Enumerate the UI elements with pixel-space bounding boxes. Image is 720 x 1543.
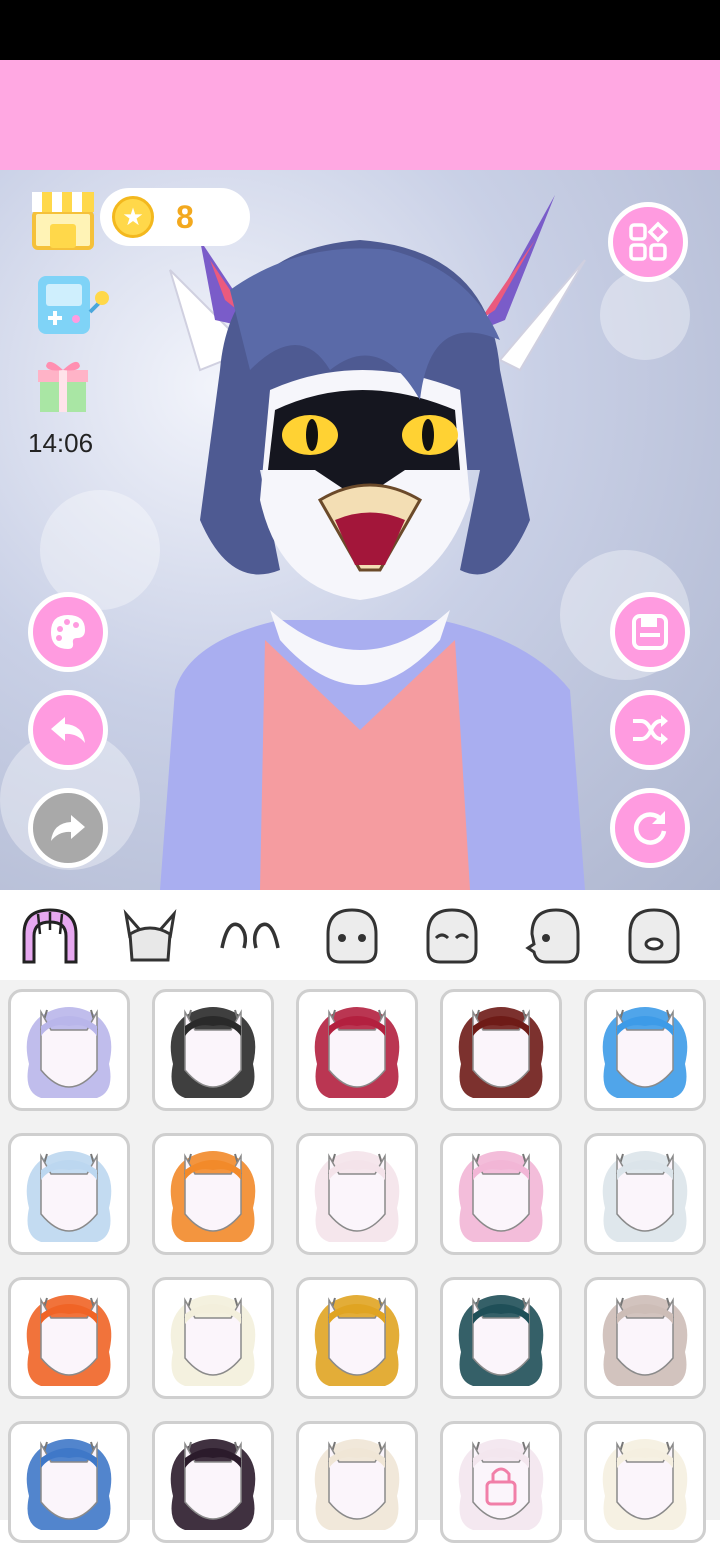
reset-button[interactable] (610, 788, 690, 868)
shuffle-button[interactable] (610, 690, 690, 770)
hair-item[interactable] (8, 1133, 130, 1255)
reset-icon (634, 811, 667, 845)
category-tabs (0, 890, 720, 980)
hair-preview (314, 1295, 400, 1386)
hair-item[interactable] (8, 989, 130, 1111)
hair-item[interactable] (152, 1277, 274, 1399)
coin-balance: ★ 8 (100, 188, 250, 246)
grid-menu-icon (629, 221, 669, 261)
coin-star-icon: ★ (112, 196, 154, 238)
hair-preview (170, 1295, 256, 1386)
tab-face[interactable] (320, 904, 384, 968)
hair-preview (26, 1439, 112, 1530)
hair-preview (458, 1295, 544, 1386)
redo-icon (51, 815, 85, 841)
hair-item[interactable] (296, 1277, 418, 1399)
hair-item[interactable] (296, 1133, 418, 1255)
hair-preview (170, 1007, 256, 1098)
tab-face-profile[interactable] (522, 904, 586, 968)
hair-preview (602, 1007, 688, 1098)
hair-item[interactable] (584, 1277, 706, 1399)
hair-preview (602, 1439, 688, 1530)
hair-item-grid (0, 980, 720, 1543)
save-icon (632, 614, 668, 650)
hair-item[interactable] (296, 1421, 418, 1543)
undo-icon (51, 717, 85, 743)
hair-item[interactable] (584, 1421, 706, 1543)
tab-horns[interactable] (118, 904, 182, 968)
hair-item[interactable] (152, 1421, 274, 1543)
hair-item[interactable] (8, 1421, 130, 1543)
hair-preview (458, 1439, 544, 1530)
redo-button[interactable] (28, 788, 108, 868)
ad-banner[interactable] (0, 60, 720, 170)
hair-item[interactable] (440, 1133, 562, 1255)
hair-preview (458, 1151, 544, 1242)
hair-preview (458, 1007, 544, 1098)
coin-count: 8 (176, 199, 194, 235)
hair-item[interactable] (296, 989, 418, 1111)
tab-ears[interactable] (218, 904, 282, 968)
tab-mouth[interactable] (622, 904, 686, 968)
hair-preview (314, 1007, 400, 1098)
hair-preview (26, 1151, 112, 1242)
hair-preview (170, 1439, 256, 1530)
hair-item[interactable] (152, 989, 274, 1111)
hair-preview (26, 1007, 112, 1098)
tab-eyes[interactable] (420, 904, 484, 968)
hair-item[interactable] (584, 989, 706, 1111)
palette-button[interactable] (28, 592, 108, 672)
hair-preview (602, 1151, 688, 1242)
hair-preview (314, 1439, 400, 1530)
hair-preview (602, 1295, 688, 1386)
timer-text: 14:06 (28, 428, 94, 458)
hair-item[interactable] (440, 1421, 562, 1543)
avatar-stage: ★ 8 14:06 (0, 170, 720, 890)
hair-item[interactable] (584, 1133, 706, 1255)
hair-item[interactable] (152, 1133, 274, 1255)
save-button[interactable] (610, 592, 690, 672)
hair-item[interactable] (440, 989, 562, 1111)
hair-preview (314, 1151, 400, 1242)
game-console-icon[interactable] (36, 272, 112, 338)
palette-icon (51, 615, 85, 649)
status-bar (0, 0, 720, 60)
hair-preview (26, 1295, 112, 1386)
undo-button[interactable] (28, 690, 108, 770)
tab-hair[interactable] (18, 904, 82, 968)
shuffle-icon (633, 715, 668, 745)
shop-icon[interactable] (28, 182, 98, 250)
gift-icon[interactable] (36, 356, 90, 414)
hair-preview (170, 1151, 256, 1242)
hair-item[interactable] (440, 1277, 562, 1399)
hair-item[interactable] (8, 1277, 130, 1399)
grid-menu-button[interactable] (608, 202, 688, 282)
